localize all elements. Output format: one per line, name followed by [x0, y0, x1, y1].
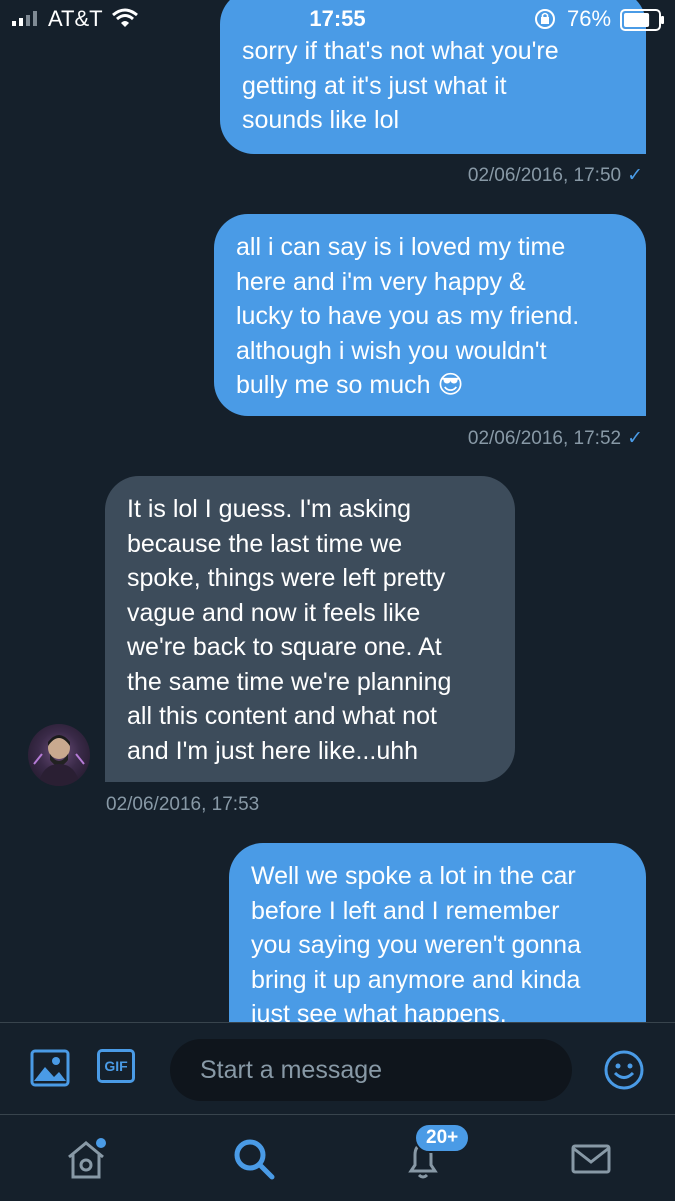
message-text: Well we spoke a lot in the car — [251, 862, 576, 890]
search-icon[interactable] — [232, 1137, 276, 1181]
message-timestamp: 02/06/2016, 17:53 — [106, 794, 259, 816]
message-text: we're back to square one. At — [127, 633, 442, 661]
image-icon[interactable] — [30, 1049, 70, 1087]
conversation[interactable]: sorry if that's not what you're getting … — [0, 0, 675, 1022]
message-input[interactable]: Start a message — [170, 1039, 572, 1101]
message-text: here and i'm very happy & — [236, 267, 526, 296]
message-text: vague and now it feels like — [127, 598, 421, 627]
home-icon[interactable] — [64, 1137, 108, 1181]
message-text: sounds like lol — [242, 106, 400, 134]
message-text: It is lol I guess. I'm asking — [127, 495, 412, 523]
message-timestamp: 02/06/2016, 17:52 ✓ — [468, 427, 643, 450]
message-text: all this content and what not — [127, 702, 437, 730]
message-bubble-received[interactable]: It is lol I guess. I'm asking because th… — [105, 476, 515, 782]
rotation-lock-icon — [535, 9, 555, 29]
battery-percent: 76% — [567, 6, 612, 31]
timestamp-text: 02/06/2016, 17:53 — [106, 794, 260, 815]
message-text: sorry if that's not what you're — [242, 37, 559, 65]
gif-icon: GIF — [104, 1058, 128, 1074]
emoji-icon[interactable] — [603, 1049, 645, 1091]
message-text: and I'm just here like...uhh — [127, 736, 419, 765]
message-text: although i wish you wouldn't — [236, 336, 547, 365]
message-text: getting at it's just what it — [242, 71, 507, 100]
battery-icon — [620, 9, 664, 31]
gif-button[interactable]: GIF — [97, 1049, 135, 1083]
message-text: just see what happens. — [251, 1000, 507, 1022]
message-text: because the last time we — [127, 529, 403, 558]
status-bar: AT&T 17:55 76% — [0, 0, 675, 38]
message-bubble-sent[interactable]: all i can say is i loved my time here an… — [214, 214, 646, 416]
message-text: the same time we're planning — [127, 667, 452, 696]
read-check-icon: ✓ — [627, 428, 643, 449]
message-text: bring it up anymore and kinda — [251, 965, 581, 994]
message-text: lucky to have you as my friend. — [236, 302, 580, 330]
notification-badge: 20+ — [414, 1123, 471, 1153]
message-text: bully me so much 😎 — [236, 371, 464, 399]
message-text: spoke, things were left pretty — [127, 564, 446, 592]
timestamp-text: 02/06/2016, 17:52 — [467, 428, 622, 449]
message-text: all i can say is i loved my time — [236, 233, 566, 261]
message-timestamp: 02/06/2016, 17:50 ✓ — [468, 164, 643, 187]
tab-bar: 20+ — [0, 1114, 675, 1201]
read-check-icon: ✓ — [627, 165, 643, 186]
message-input-placeholder: Start a message — [200, 1056, 383, 1084]
message-text: you saying you weren't gonna — [251, 931, 581, 959]
message-composer: GIF Start a message — [0, 1022, 675, 1115]
message-bubble-sent[interactable]: Well we spoke a lot in the car before I … — [229, 843, 646, 1022]
timestamp-text: 02/06/2016, 17:50 — [467, 165, 622, 186]
message-text: before I left and I remember — [251, 896, 560, 925]
messages-icon[interactable] — [569, 1137, 613, 1181]
avatar-image — [33, 735, 85, 786]
contact-avatar[interactable] — [28, 724, 90, 786]
